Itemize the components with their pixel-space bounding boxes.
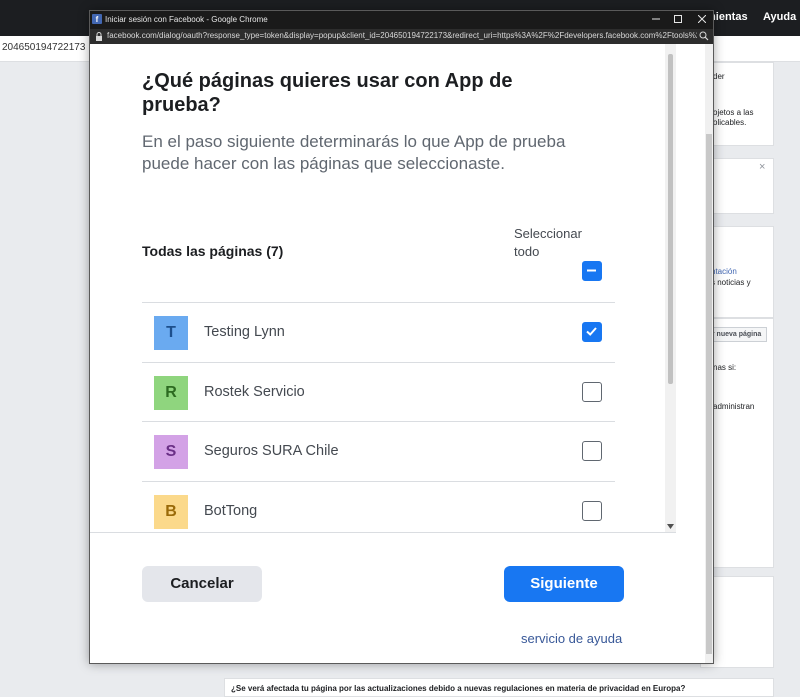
- all-pages-label: Todas las páginas (7): [142, 243, 284, 259]
- page-avatar: R: [154, 375, 188, 410]
- address-bar[interactable]: facebook.com/dialog/oauth?response_type=…: [90, 29, 713, 44]
- lock-icon: [96, 32, 102, 41]
- page-name: Rostek Servicio: [204, 383, 305, 400]
- select-all-label[interactable]: Seleccionar todo: [514, 225, 604, 261]
- page-checkbox[interactable]: [582, 441, 602, 461]
- create-page-button[interactable]: ar nueva página: [705, 327, 767, 342]
- background-text: administran: [713, 402, 755, 411]
- app-id-text: 204650194722173: [2, 42, 86, 53]
- scroll-thumb[interactable]: [668, 54, 673, 384]
- cancel-button[interactable]: Cancelar: [142, 566, 262, 602]
- footer-divider: [90, 532, 676, 533]
- close-icon[interactable]: ×: [759, 161, 765, 173]
- minimize-icon[interactable]: [647, 12, 665, 28]
- scroll-down-icon[interactable]: [667, 524, 674, 529]
- privacy-question-text: ¿Se verá afectada tu página por las actu…: [231, 684, 686, 693]
- login-popup-window: f Iniciar sesión con Facebook - Google C…: [89, 10, 714, 664]
- page-row-bottong[interactable]: B BotTong: [142, 482, 615, 533]
- page-name: BotTong: [204, 502, 258, 519]
- window-title: Iniciar sesión con Facebook - Google Chr…: [105, 15, 268, 24]
- background-text: nas si:: [713, 363, 737, 372]
- page-name: Seguros SURA Chile: [204, 443, 339, 459]
- page-row-rostek-servicio[interactable]: R Rostek Servicio: [142, 363, 615, 422]
- background-text: ojetos a las: [713, 108, 754, 117]
- background-text: der: [713, 72, 725, 81]
- page-checkbox[interactable]: [582, 500, 602, 521]
- page-checkbox-checked[interactable]: [582, 322, 602, 342]
- facebook-favicon-icon: f: [92, 14, 102, 24]
- url-text[interactable]: facebook.com/dialog/oauth?response_type=…: [107, 31, 697, 40]
- window-scrollbar[interactable]: [705, 44, 713, 663]
- window-title-bar[interactable]: f Iniciar sesión con Facebook - Google C…: [90, 11, 713, 29]
- background-link[interactable]: ntación: [711, 267, 737, 277]
- next-button[interactable]: Siguiente: [504, 566, 624, 602]
- page-avatar: T: [154, 316, 188, 350]
- dialog-subtitle: En el paso siguiente determinarás lo que…: [142, 132, 566, 173]
- page-avatar: B: [154, 494, 188, 529]
- page-avatar: S: [154, 435, 188, 469]
- maximize-icon[interactable]: [669, 12, 687, 28]
- pages-list: T Testing Lynn R Rostek Servicio S Segur…: [142, 302, 615, 532]
- background-text: olicables.: [713, 118, 747, 127]
- window-scroll-thumb[interactable]: [706, 134, 712, 654]
- background-question-card[interactable]: ¿Se verá afectada tu página por las actu…: [224, 678, 774, 697]
- dialog-scrollbar[interactable]: [665, 44, 676, 532]
- dialog-title: ¿Qué páginas quieres usar con App de pru…: [142, 70, 513, 116]
- nav-item-help[interactable]: Ayuda: [763, 11, 796, 23]
- help-center-link[interactable]: servicio de ayuda: [521, 631, 622, 646]
- close-window-icon[interactable]: [693, 12, 711, 28]
- page-row-testing-lynn[interactable]: T Testing Lynn: [142, 303, 615, 363]
- page-name: Testing Lynn: [204, 324, 285, 340]
- zoom-icon[interactable]: [699, 31, 709, 41]
- select-all-checkbox[interactable]: [582, 261, 602, 281]
- page-row-seguros-sura-chile[interactable]: S Seguros SURA Chile: [142, 422, 615, 482]
- page-checkbox[interactable]: [582, 381, 602, 402]
- background-text: s noticias y: [711, 278, 751, 287]
